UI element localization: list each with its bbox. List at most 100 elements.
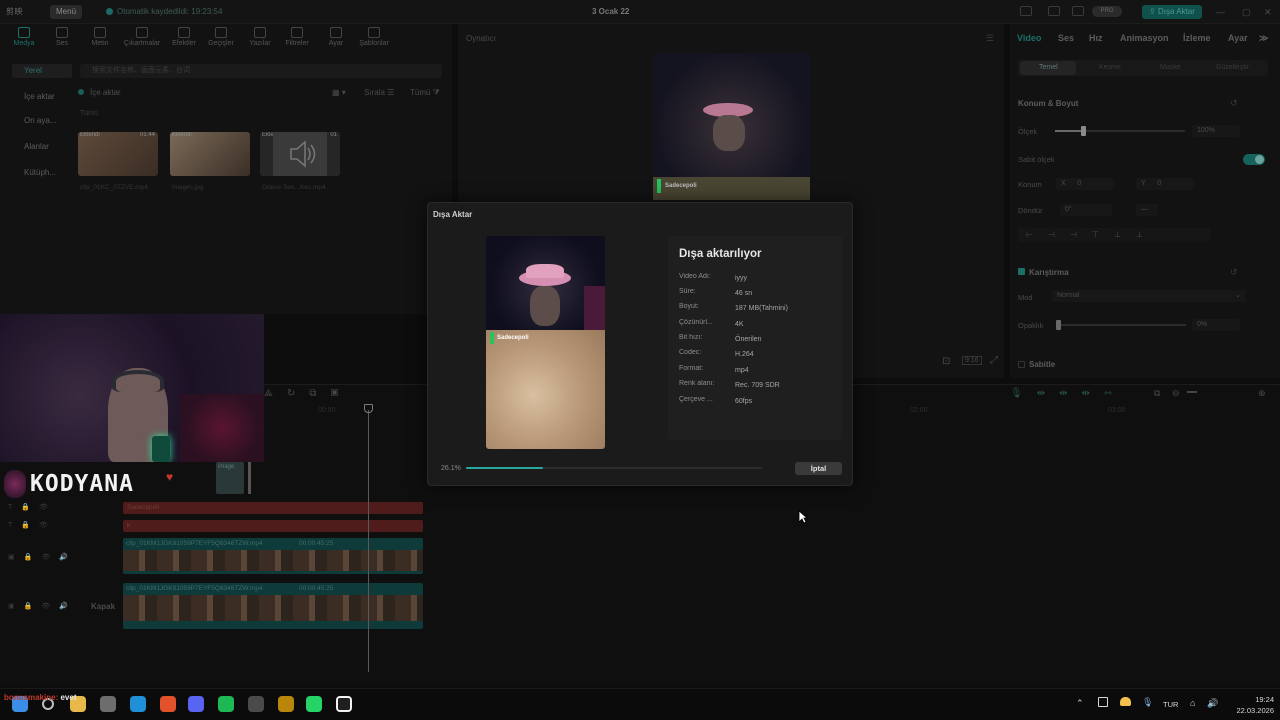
opacity-slider-knob[interactable] [1056, 320, 1061, 330]
zoom-fit-icon[interactable]: ⊕ [1258, 388, 1266, 399]
layout-icon[interactable] [1020, 6, 1032, 16]
tab-adjust[interactable]: Ayar [315, 27, 357, 47]
cloud-tray-icon[interactable] [1120, 697, 1131, 706]
fullscreen-icon[interactable]: ⤢ [990, 355, 998, 366]
blend-mode-select[interactable]: Normal ⌄ [1052, 290, 1246, 302]
video-track-controls[interactable]: ▣🔒👁🔊 [8, 553, 77, 561]
shortcuts-icon[interactable] [1048, 6, 1060, 16]
preview-axis-icon[interactable]: ⧉ [1154, 388, 1160, 399]
network-icon[interactable]: ⌂ [1190, 698, 1195, 708]
maximize-button[interactable]: ▢ [1242, 7, 1251, 18]
video-track-controls[interactable]: ▣🔒👁🔊 [8, 602, 77, 610]
tab-audio[interactable]: Ses [41, 27, 83, 47]
text-clip[interactable]: Sadecepoli [123, 502, 423, 514]
inspector-tab-animation[interactable]: Animasyon [1120, 33, 1169, 43]
sidebar-item-library[interactable]: Kütüph... [12, 166, 72, 180]
flip-field[interactable]: — [1136, 204, 1158, 216]
rotate-field[interactable]: 0° [1060, 204, 1112, 216]
filter-button[interactable]: Tümü ⧩ [410, 88, 440, 98]
cancel-button[interactable]: İptal [795, 462, 842, 475]
subtab-basic[interactable]: Temel [1039, 64, 1058, 71]
timeline-right-tools[interactable]: 🎙⇹⇹⇹⇿ [1010, 388, 1126, 399]
playhead-handle[interactable] [364, 404, 373, 413]
text-track-controls[interactable]: T🔒👁 [8, 521, 57, 529]
subtab-mask[interactable]: Maske [1160, 64, 1181, 71]
tab-transitions[interactable]: Geçişler [200, 27, 242, 47]
capcut-tray-icon[interactable] [1098, 697, 1108, 707]
scale-value[interactable]: 100% [1192, 125, 1240, 137]
inspector-tab-speed[interactable]: Hız [1089, 33, 1103, 43]
store-icon[interactable] [100, 696, 116, 712]
uniform-scale-toggle[interactable] [1243, 154, 1265, 165]
grid-view-icon[interactable]: ▦ ▾ [332, 88, 346, 97]
game-icon[interactable] [278, 696, 294, 712]
subtab-enhance[interactable]: Güzelleştir [1216, 64, 1249, 71]
pro-badge[interactable]: PRO [1092, 6, 1122, 17]
reset-icon[interactable]: ↺ [1230, 98, 1238, 109]
zoom-out-icon[interactable]: ⊖ [1172, 388, 1180, 399]
edge-icon[interactable] [130, 696, 146, 712]
tab-stickers[interactable]: Çıkartmalar [121, 27, 163, 47]
spotify-icon[interactable] [218, 696, 234, 712]
inspector-tab-audio[interactable]: Ses [1058, 33, 1074, 43]
reset-icon[interactable]: ↺ [1230, 267, 1238, 278]
inspector-tab-adjust[interactable]: Ayar [1228, 33, 1248, 43]
tab-templates[interactable]: Şablonlar [353, 27, 395, 47]
sidebar-item-import[interactable]: İçe aktar [12, 90, 72, 104]
capcut-icon[interactable] [336, 696, 352, 712]
tab-effects[interactable]: Efektler [163, 27, 205, 47]
settings-icon[interactable] [1072, 6, 1084, 16]
sidebar-item-presets[interactable]: On aya... [12, 114, 72, 128]
timeline-edit-tools[interactable]: ⟁↻⧉▣ [264, 388, 352, 399]
minimize-button[interactable]: — [1216, 7, 1225, 17]
tab-captions[interactable]: Yazılar [239, 27, 281, 47]
media-item-audio[interactable]: Eklendi 01 [260, 132, 340, 176]
tab-text[interactable]: Metin [79, 27, 121, 47]
scale-slider[interactable] [1055, 126, 1185, 136]
sidebar-item-spaces[interactable]: Alanlar [12, 140, 72, 154]
volume-icon[interactable]: 🔊 [1207, 698, 1218, 709]
cover-button[interactable]: Kapak [91, 602, 115, 611]
clip-trim-handle[interactable] [248, 462, 251, 494]
video-clip[interactable]: clip_01KM1JGK81059P7EYF5Q8346TZW.mp4 00:… [123, 583, 423, 629]
position-y-field[interactable]: Y 0 [1136, 178, 1194, 190]
tray-chevron-icon[interactable]: ⌃ [1076, 698, 1084, 709]
clock[interactable]: 19:24 22.03.2026 [1230, 694, 1274, 716]
import-button[interactable]: İçe aktar [78, 88, 121, 97]
scale-slider-knob[interactable] [1081, 126, 1086, 136]
close-button[interactable]: ✕ [1264, 7, 1272, 18]
sidebar-item-local[interactable]: Yerel [12, 64, 72, 78]
stabilize-checkbox[interactable] [1018, 361, 1025, 368]
tab-filters[interactable]: Filtreler [276, 27, 318, 47]
menu-button[interactable]: Menü [50, 5, 83, 19]
inspector-tab-video[interactable]: Video [1017, 33, 1041, 43]
zoom-slider[interactable] [1187, 391, 1197, 393]
fit-icon[interactable]: ⊡ [942, 356, 950, 367]
position-x-field[interactable]: X 0 [1056, 178, 1114, 190]
media-search-input[interactable]: 搜索文件名称、画面元素、台词 [80, 64, 442, 78]
opacity-value[interactable]: 0% [1192, 319, 1240, 331]
aspect-ratio-button[interactable]: 9:16 [962, 356, 982, 365]
inspector-tab-tracking[interactable]: İzleme [1183, 33, 1211, 43]
text-clip[interactable]: k [123, 520, 423, 532]
tab-media[interactable]: Medya [3, 27, 45, 47]
obs-icon[interactable] [248, 696, 264, 712]
player-menu-icon[interactable]: ☰ [986, 33, 994, 44]
media-item-video[interactable]: Eklendi 01:44 [78, 132, 158, 176]
media-item-image[interactable]: Eklendi [170, 132, 250, 176]
brave-icon[interactable] [160, 696, 176, 712]
playhead[interactable] [368, 410, 369, 672]
microphone-icon[interactable]: 🎙 [1142, 697, 1153, 708]
blend-checkbox[interactable] [1018, 268, 1025, 275]
whatsapp-icon[interactable] [306, 696, 322, 712]
subtab-cutout[interactable]: Kesme [1099, 64, 1121, 71]
language-indicator[interactable]: TUR [1163, 700, 1178, 709]
video-clip[interactable]: clip_01KM1JGK81059P7EYF5Q8346TZW.mp4 00:… [123, 538, 423, 574]
export-button[interactable]: ⇪ Dışa Aktar [1142, 5, 1202, 19]
align-buttons[interactable]: ⊢⊣⊣⊤⊥⊥ [1018, 228, 1210, 242]
discord-icon[interactable] [188, 696, 204, 712]
text-track-controls[interactable]: T🔒👁 [8, 503, 57, 511]
overlay-clip[interactable]: image [216, 462, 244, 494]
opacity-slider[interactable] [1056, 320, 1186, 330]
sort-button[interactable]: Sırala ☰ [364, 88, 394, 97]
